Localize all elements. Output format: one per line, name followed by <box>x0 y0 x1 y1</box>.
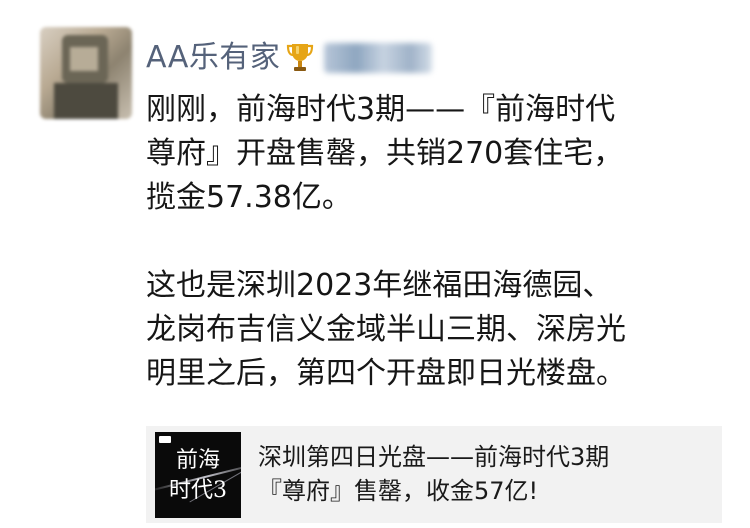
thumbnail-text: 前海 <box>175 448 220 473</box>
text-line: 这也是深圳2023年继福田海德园、 <box>146 268 613 303</box>
shared-link-card[interactable]: 前海 时代3 深圳第四日光盘——前海时代3期 『尊府』售罄，收金57亿! <box>146 426 722 523</box>
blurred-remark <box>324 43 433 73</box>
link-title-line: 深圳第四日光盘——前海时代3期 <box>258 443 610 471</box>
trophy-icon <box>287 44 314 71</box>
text-line: 龙岗布吉信义金域半山三期、深房光 <box>146 312 626 347</box>
paragraph-1: 刚刚，前海时代3期——『前海时代 尊府』开盘售罄，共销270套住宅， 揽金57.… <box>146 88 736 220</box>
text-line: 明里之后，第四个开盘即日光楼盘。 <box>146 356 626 391</box>
author-name[interactable]: AA乐有家 <box>146 38 280 78</box>
avatar[interactable] <box>40 27 132 119</box>
text-line: 尊府』开盘售罄，共销270套住宅， <box>146 136 624 171</box>
paragraph-2: 这也是深圳2023年继福田海德园、 龙岗布吉信义金域半山三期、深房光 明里之后，… <box>146 264 736 396</box>
link-thumbnail: 前海 时代3 <box>155 432 241 518</box>
text-line: 刚刚，前海时代3期——『前海时代 <box>146 92 616 127</box>
link-title-line: 『尊府』售罄，收金57亿! <box>258 477 539 505</box>
thumbnail-badge <box>159 436 171 443</box>
link-title: 深圳第四日光盘——前海时代3期 『尊府』售罄，收金57亿! <box>258 440 714 508</box>
text-line: 揽金57.38亿。 <box>146 180 352 215</box>
post-header: AA乐有家 <box>146 38 433 78</box>
message-text: 刚刚，前海时代3期——『前海时代 尊府』开盘售罄，共销270套住宅， 揽金57.… <box>146 88 736 396</box>
thumbnail-text: 时代3 <box>169 478 227 503</box>
